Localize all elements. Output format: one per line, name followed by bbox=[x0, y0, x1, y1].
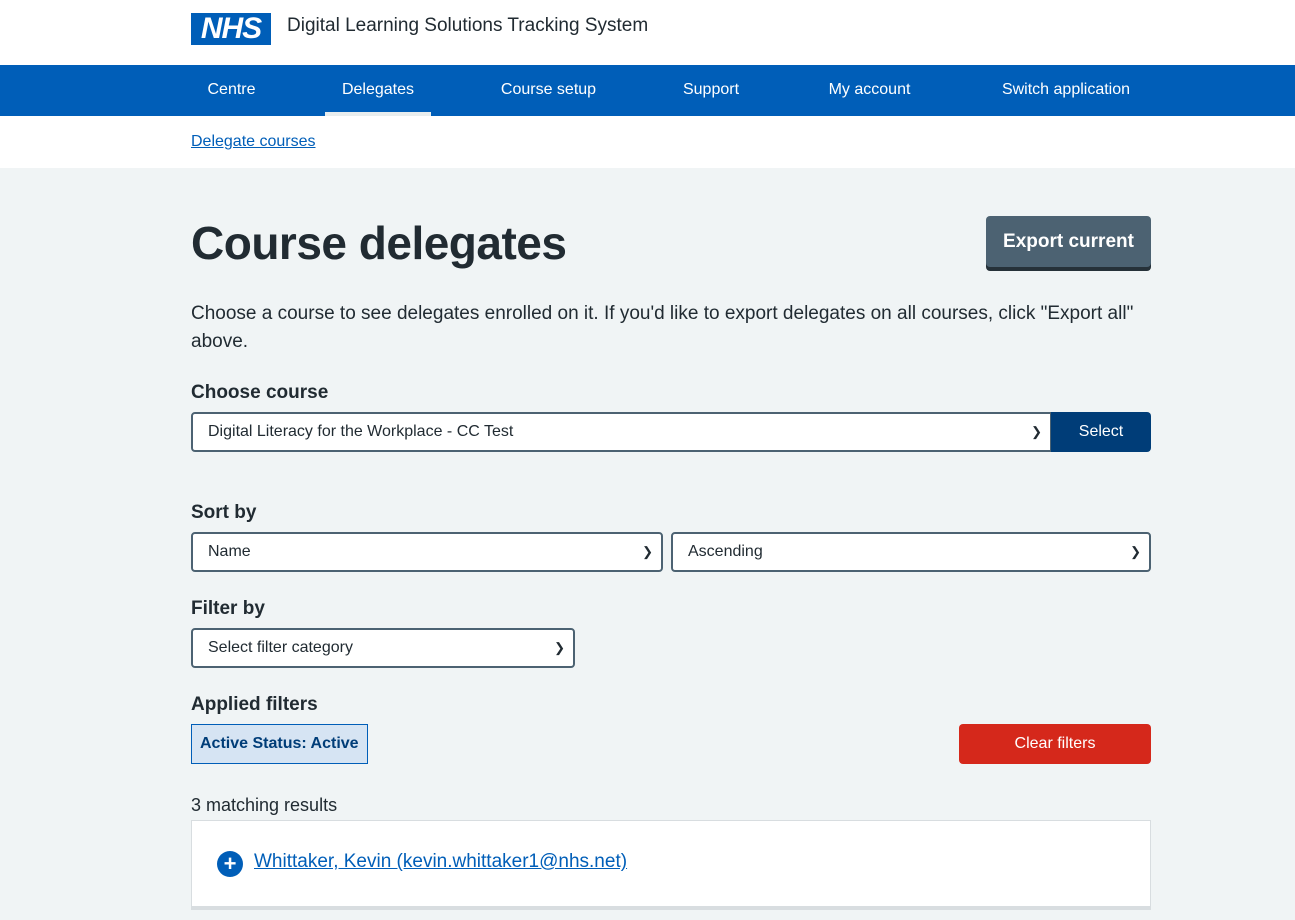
filter-by-label: Filter by bbox=[191, 598, 265, 619]
nav-item-my-account[interactable]: My account bbox=[815, 65, 924, 116]
sort-direction-value: Ascending bbox=[688, 543, 763, 560]
result-card: + Whittaker, Kevin (kevin.whittaker1@nhs… bbox=[191, 820, 1151, 910]
course-select[interactable]: Digital Literacy for the Workplace - CC … bbox=[191, 412, 1052, 452]
clear-filters-button[interactable]: Clear filters bbox=[959, 724, 1151, 764]
main-nav: Centre Delegates Course setup Support My… bbox=[0, 65, 1295, 116]
plus-icon[interactable]: + bbox=[217, 851, 243, 877]
nav-item-course-setup[interactable]: Course setup bbox=[490, 65, 607, 116]
select-course-button[interactable]: Select bbox=[1051, 412, 1151, 452]
filter-category-select[interactable]: Select filter category ❯ bbox=[191, 628, 575, 668]
app-title: Digital Learning Solutions Tracking Syst… bbox=[287, 15, 649, 36]
sort-field-value: Name bbox=[208, 543, 251, 560]
chevron-down-icon: ❯ bbox=[1031, 424, 1042, 439]
nav-item-delegates[interactable]: Delegates bbox=[325, 65, 431, 116]
sort-direction-select[interactable]: Ascending ❯ bbox=[671, 532, 1151, 572]
export-current-button[interactable]: Export current bbox=[986, 216, 1151, 267]
course-select-value: Digital Literacy for the Workplace - CC … bbox=[208, 423, 514, 440]
nhs-logo[interactable]: NHS bbox=[191, 13, 271, 45]
sort-field-select[interactable]: Name ❯ bbox=[191, 532, 663, 572]
nav-item-support[interactable]: Support bbox=[670, 65, 752, 116]
breadcrumb-delegate-courses-link[interactable]: Delegate courses bbox=[191, 133, 316, 151]
intro-text: Choose a course to see delegates enrolle… bbox=[191, 303, 1134, 352]
site-header: NHS Digital Learning Solutions Tracking … bbox=[0, 0, 1295, 65]
main-content: Course delegates Export current Choose a… bbox=[0, 168, 1295, 920]
nav-item-switch-application[interactable]: Switch application bbox=[986, 65, 1146, 116]
applied-filter-tag: Active Status: Active bbox=[191, 724, 368, 764]
breadcrumb: Delegate courses bbox=[0, 116, 1295, 168]
chevron-down-icon: ❯ bbox=[1130, 544, 1141, 559]
sort-by-label: Sort by bbox=[191, 502, 257, 523]
nav-item-centre[interactable]: Centre bbox=[191, 65, 272, 116]
filter-category-value: Select filter category bbox=[208, 639, 353, 656]
page-title: Course delegates bbox=[191, 217, 567, 269]
results-count: 3 matching results bbox=[191, 795, 338, 815]
chevron-down-icon: ❯ bbox=[554, 640, 565, 655]
chevron-down-icon: ❯ bbox=[642, 544, 653, 559]
delegate-expand-link[interactable]: Whittaker, Kevin (kevin.whittaker1@nhs.n… bbox=[254, 851, 627, 873]
choose-course-label: Choose course bbox=[191, 382, 329, 403]
applied-filters-label: Applied filters bbox=[191, 694, 318, 715]
